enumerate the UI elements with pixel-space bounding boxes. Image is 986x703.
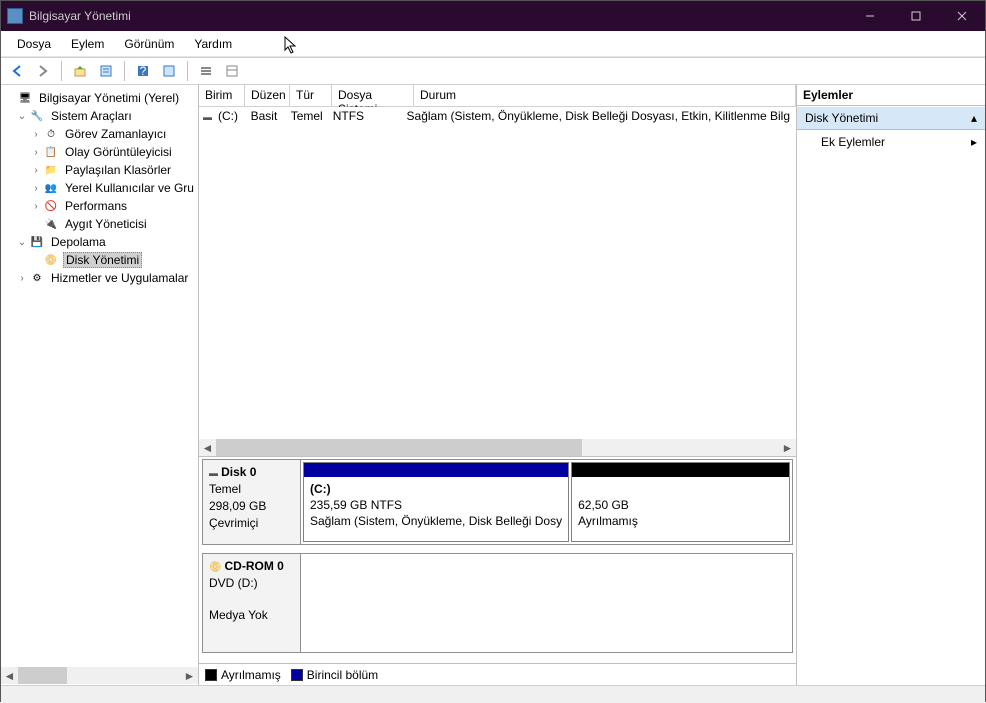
menu-action[interactable]: Eylem [61, 33, 114, 55]
partition-bar-primary [304, 463, 568, 477]
statusbar [1, 685, 985, 703]
device-icon [43, 216, 59, 232]
menu-help[interactable]: Yardım [184, 33, 242, 55]
tree-pane: Bilgisayar Yönetimi (Yerel) ⌄ Sistem Ara… [1, 85, 199, 685]
cdrom-icon [209, 559, 221, 573]
volume-list[interactable]: (C:) Basit Temel NTFS Sağlam (Sistem, Ön… [199, 107, 796, 439]
disk-block: Disk 0 Temel 298,09 GB Çevrimiçi (C:) 23… [202, 459, 793, 545]
back-button[interactable] [5, 60, 29, 82]
disk-info-cdrom[interactable]: CD-ROM 0 DVD (D:) Medya Yok [203, 554, 301, 652]
forward-button[interactable] [31, 60, 55, 82]
tools-icon [29, 108, 45, 124]
legend: Ayrılmamış Birincil bölüm [199, 663, 796, 685]
collapse-icon: ▴ [971, 111, 977, 125]
users-icon [43, 180, 59, 196]
tree-diskmgmt[interactable]: Disk Yönetimi [1, 251, 198, 269]
menu-file[interactable]: Dosya [7, 33, 61, 55]
tree-performance[interactable]: › Performans [1, 197, 198, 215]
menubar: Dosya Eylem Görünüm Yardım [1, 31, 985, 57]
tree-eventviewer[interactable]: › Olay Görüntüleyicisi [1, 143, 198, 161]
computer-icon [17, 90, 33, 106]
window-title: Bilgisayar Yönetimi [29, 9, 847, 23]
col-volume[interactable]: Birim [199, 85, 245, 106]
tree-localusers[interactable]: › Yerel Kullanıcılar ve Gru [1, 179, 198, 197]
close-button[interactable] [939, 1, 985, 31]
scroll-right-icon[interactable]: ► [779, 439, 796, 456]
scroll-thumb[interactable] [216, 439, 582, 456]
event-icon [43, 144, 59, 160]
disk-icon [43, 252, 59, 268]
disk-map: Disk 0 Temel 298,09 GB Çevrimiçi (C:) 23… [199, 456, 796, 663]
scroll-left-icon[interactable]: ◄ [1, 667, 18, 684]
clock-icon [43, 126, 59, 142]
services-icon [29, 270, 45, 286]
tree-systools[interactable]: ⌄ Sistem Araçları [1, 107, 198, 125]
disk-info[interactable]: Disk 0 Temel 298,09 GB Çevrimiçi [203, 460, 301, 544]
up-button[interactable] [68, 60, 92, 82]
volume-row[interactable]: (C:) Basit Temel NTFS Sağlam (Sistem, Ön… [199, 107, 796, 125]
tree-devicemgr[interactable]: Aygıt Yöneticisi [1, 215, 198, 233]
partition-unallocated[interactable]: 62,50 GB Ayrılmamış [571, 462, 790, 542]
disk-block-cdrom: CD-ROM 0 DVD (D:) Medya Yok [202, 553, 793, 653]
svg-text:?: ? [140, 64, 147, 78]
action-more[interactable]: Ek Eylemler ▸ [797, 130, 985, 154]
col-layout[interactable]: Düzen [245, 85, 290, 106]
tree-storage[interactable]: ⌄ Depolama [1, 233, 198, 251]
col-type[interactable]: Tür [290, 85, 332, 106]
swatch-unalloc [205, 669, 217, 681]
chevron-right-icon: ▸ [971, 135, 977, 149]
action-group-diskmgmt[interactable]: Disk Yönetimi ▴ [797, 106, 985, 130]
tree-services[interactable]: › Hizmetler ve Uygulamalar [1, 269, 198, 287]
col-filesystem[interactable]: Dosya Sistemi [332, 85, 414, 106]
refresh-button[interactable] [157, 60, 181, 82]
scroll-thumb[interactable] [18, 667, 67, 684]
share-icon [43, 162, 59, 178]
drive-icon [203, 109, 212, 123]
list-hscroll[interactable]: ◄ ► [199, 439, 796, 456]
maximize-button[interactable] [893, 1, 939, 31]
swatch-primary [291, 669, 303, 681]
app-icon [7, 8, 23, 24]
partition-c[interactable]: (C:) 235,59 GB NTFS Sağlam (Sistem, Önyü… [303, 462, 569, 542]
view-list-button[interactable] [194, 60, 218, 82]
toolbar: ? [1, 57, 985, 85]
volume-list-header: Birim Düzen Tür Dosya Sistemi Durum [199, 85, 796, 107]
minimize-button[interactable] [847, 1, 893, 31]
tree-scheduler[interactable]: › Görev Zamanlayıcı [1, 125, 198, 143]
perf-icon [43, 198, 59, 214]
tree-root[interactable]: Bilgisayar Yönetimi (Yerel) [1, 89, 198, 107]
window-controls [847, 1, 985, 31]
partition-bar-unalloc [572, 463, 789, 477]
view-detail-button[interactable] [220, 60, 244, 82]
scroll-left-icon[interactable]: ◄ [199, 439, 216, 456]
actions-pane: Eylemler Disk Yönetimi ▴ Ek Eylemler ▸ [797, 85, 985, 685]
menu-view[interactable]: Görünüm [114, 33, 184, 55]
center-pane: Birim Düzen Tür Dosya Sistemi Durum (C:)… [199, 85, 797, 685]
tree-hscroll[interactable]: ◄ ► [1, 667, 198, 684]
titlebar: Bilgisayar Yönetimi [1, 1, 985, 31]
scroll-right-icon[interactable]: ► [181, 667, 198, 684]
tree-sharedfolders[interactable]: › Paylaşılan Klasörler [1, 161, 198, 179]
drive-icon [209, 465, 218, 479]
actions-header: Eylemler [797, 85, 985, 106]
properties-button[interactable] [94, 60, 118, 82]
storage-icon [29, 234, 45, 250]
col-status[interactable]: Durum [414, 85, 796, 106]
help-button[interactable]: ? [131, 60, 155, 82]
